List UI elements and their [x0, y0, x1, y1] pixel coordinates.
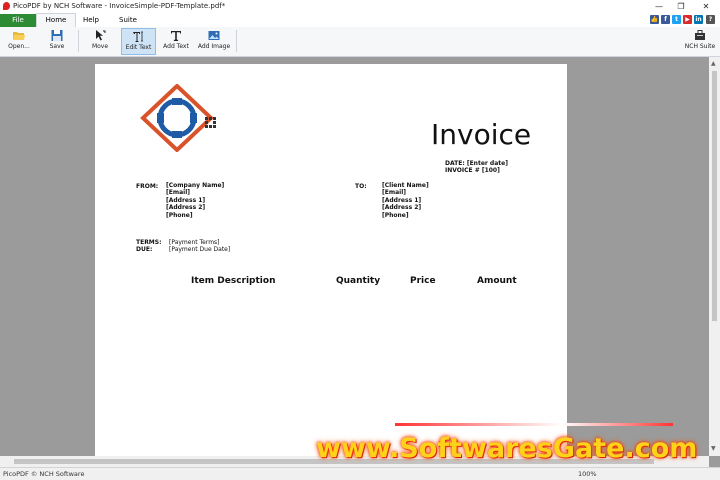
app-logo-icon — [3, 2, 10, 10]
save-label: Save — [49, 43, 65, 50]
watermark-bar — [395, 423, 673, 426]
to-block[interactable]: [Client Name] [Email] [Address 1] [Addre… — [382, 182, 429, 219]
tab-home[interactable]: Home — [36, 13, 76, 28]
facebook-icon[interactable]: f — [661, 15, 670, 24]
watermark-text: www.SoftwaresGate.com — [316, 433, 698, 464]
pdf-page[interactable]: Invoice DATE: [Enter date] INVOICE # [10… — [95, 64, 567, 456]
from-address-2[interactable]: [Address 2] — [166, 204, 224, 211]
add-text-label: Add Text — [163, 43, 189, 50]
youtube-icon[interactable]: ▶ — [683, 15, 692, 24]
terms-label: TERMS: — [136, 239, 162, 246]
invoice-title[interactable]: Invoice — [431, 118, 531, 151]
text-t-icon — [171, 31, 181, 41]
from-address-1[interactable]: [Address 1] — [166, 197, 224, 204]
company-logo — [140, 84, 216, 152]
minimize-button[interactable]: — — [650, 1, 668, 12]
nch-suite-button[interactable]: NCH Suite — [683, 28, 717, 55]
to-address-2[interactable]: [Address 2] — [382, 204, 429, 211]
status-copyright: PicoPDF © NCH Software — [3, 470, 85, 478]
from-phone[interactable]: [Phone] — [166, 212, 224, 219]
scroll-down-icon[interactable]: ▼ — [711, 445, 716, 452]
nch-suite-label: NCH Suite — [684, 43, 716, 50]
twitter-icon[interactable]: t — [672, 15, 681, 24]
vertical-scrollbar[interactable]: ▲ ▼ — [709, 57, 720, 456]
move-button[interactable]: Move — [86, 28, 114, 55]
column-quantity[interactable]: Quantity — [336, 276, 380, 286]
from-label: FROM: — [136, 183, 159, 190]
add-image-button[interactable]: Add Image — [196, 28, 232, 55]
thumbs-up-icon[interactable]: 👍 — [650, 15, 659, 24]
nch-suite-icon — [695, 30, 705, 40]
tab-suite[interactable]: Suite — [114, 14, 142, 27]
folder-open-icon — [13, 32, 25, 40]
to-phone[interactable]: [Phone] — [382, 212, 429, 219]
move-cursor-icon — [96, 30, 106, 41]
status-bar: PicoPDF © NCH Software 100% — [0, 467, 720, 480]
title-bar: PicoPDF by NCH Software - InvoiceSimple-… — [0, 0, 720, 13]
help-icon[interactable]: ? — [706, 15, 715, 24]
save-button[interactable]: Save — [44, 28, 70, 55]
to-client[interactable]: [Client Name] — [382, 182, 429, 189]
from-company[interactable]: [Company Name] — [166, 182, 224, 189]
column-item-description[interactable]: Item Description — [191, 276, 275, 286]
floppy-disk-icon — [51, 30, 63, 41]
from-email[interactable]: [Email] — [166, 189, 224, 196]
ribbon-tabs: File Home Help Suite 👍 f t ▶ in ? — [0, 13, 720, 28]
edit-text-button[interactable]: Edit Text — [121, 28, 156, 55]
due-value[interactable]: [Payment Due Date] — [169, 246, 230, 253]
column-price[interactable]: Price — [410, 276, 436, 286]
add-text-button[interactable]: Add Text — [160, 28, 192, 55]
open-label: Open... — [8, 43, 30, 50]
maximize-button[interactable]: ❐ — [672, 1, 690, 12]
ribbon-separator — [236, 30, 237, 52]
linkedin-icon[interactable]: in — [694, 15, 703, 24]
ribbon-toolbar: Open... Save Move Edit Text Add Text Add… — [0, 27, 720, 57]
vertical-scroll-thumb[interactable] — [712, 71, 717, 321]
ribbon-separator — [78, 30, 79, 52]
edit-text-label: Edit Text — [125, 44, 152, 51]
move-label: Move — [91, 43, 109, 50]
window-title: PicoPDF by NCH Software - InvoiceSimple-… — [13, 2, 226, 10]
column-amount[interactable]: Amount — [477, 276, 517, 286]
tab-help[interactable]: Help — [78, 14, 104, 27]
open-button[interactable]: Open... — [4, 28, 34, 55]
edit-text-icon — [132, 31, 143, 42]
to-label: TO: — [355, 183, 367, 190]
invoice-number[interactable]: INVOICE # [100] — [445, 167, 500, 174]
image-icon — [208, 31, 220, 40]
from-block[interactable]: [Company Name] [Email] [Address 1] [Addr… — [166, 182, 224, 219]
zoom-level[interactable]: 100% — [578, 470, 597, 478]
add-image-label: Add Image — [197, 43, 231, 50]
scroll-up-icon[interactable]: ▲ — [711, 60, 716, 67]
to-address-1[interactable]: [Address 1] — [382, 197, 429, 204]
due-label: DUE: — [136, 246, 153, 253]
close-button[interactable]: ✕ — [697, 1, 715, 12]
tab-file[interactable]: File — [0, 14, 36, 27]
to-email[interactable]: [Email] — [382, 189, 429, 196]
